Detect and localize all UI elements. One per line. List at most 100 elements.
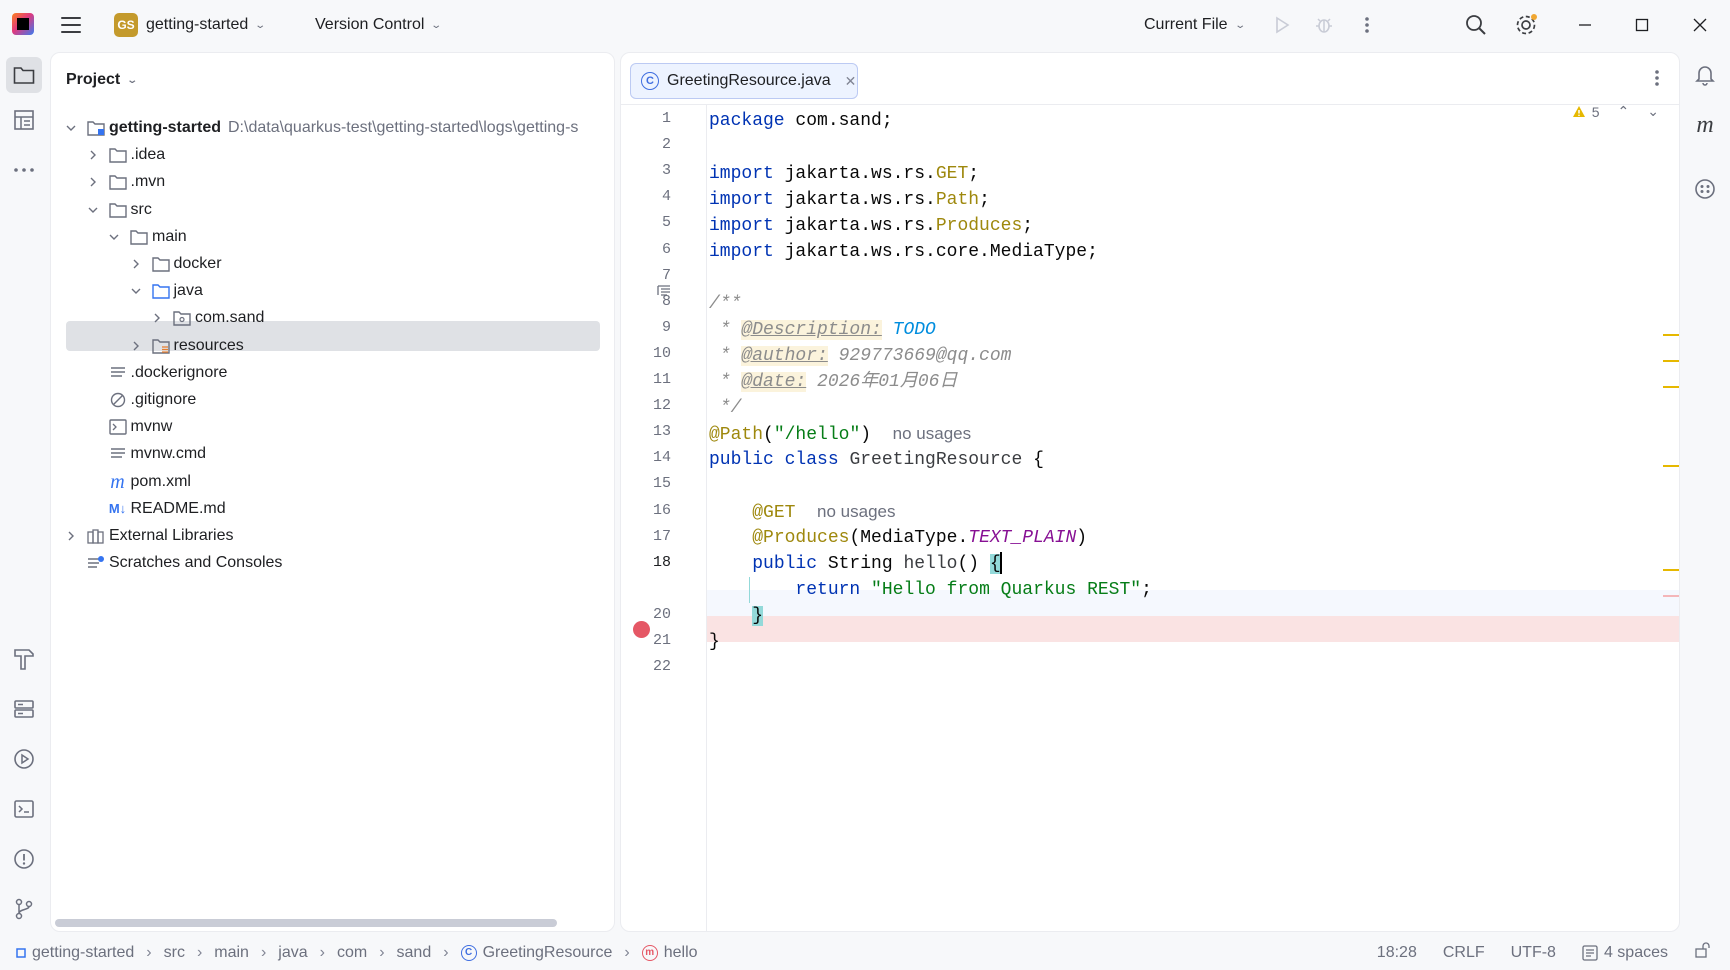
breadcrumb-item[interactable]: java <box>278 944 307 962</box>
code-line-1[interactable]: package com.sand; <box>709 108 893 134</box>
line-number[interactable]: 17 <box>621 528 671 545</box>
breadcrumb-item[interactable]: com <box>337 944 367 962</box>
tree-item[interactable]: .idea <box>87 140 615 170</box>
javadoc-render-icon[interactable] <box>657 284 671 302</box>
line-number[interactable]: 6 <box>621 241 671 258</box>
terminal-icon[interactable] <box>6 791 42 827</box>
ai-assistant-icon[interactable] <box>1687 171 1723 207</box>
breadcrumb-item[interactable]: main <box>214 944 249 962</box>
chevron-right-icon[interactable] <box>130 258 142 270</box>
line-number[interactable]: 11 <box>621 371 671 388</box>
warning-stripe[interactable] <box>1663 360 1679 362</box>
breadcrumb-item[interactable]: sand <box>397 944 432 962</box>
code-line-11[interactable]: * @date: 2026年01月06日 <box>709 369 957 395</box>
indent-widget[interactable]: 4 spaces <box>1582 944 1668 962</box>
chevron-down-icon[interactable] <box>87 204 99 216</box>
line-number[interactable]: 18 <box>621 554 671 571</box>
structure-tool-button[interactable] <box>6 102 42 138</box>
tree-item[interactable]: .mvn <box>87 167 615 197</box>
problems-icon[interactable] <box>6 841 42 877</box>
debug-icon[interactable] <box>1312 13 1336 37</box>
line-number[interactable]: 20 <box>621 606 671 623</box>
tree-item[interactable]: .gitignore <box>87 385 615 415</box>
breadcrumb-item[interactable]: src <box>164 944 185 962</box>
tree-item[interactable]: Scratches and Consoles <box>65 548 614 578</box>
read-only-lock-icon[interactable] <box>1694 942 1710 963</box>
code-line-13[interactable]: @Path("/hello") no usages <box>709 421 971 447</box>
line-number[interactable]: 16 <box>621 502 671 519</box>
code-line-9[interactable]: * @Description: TODO <box>709 317 936 343</box>
line-number[interactable]: 13 <box>621 423 671 440</box>
tree-item[interactable]: java <box>130 276 615 306</box>
code-line-4[interactable]: import jakarta.ws.rs.Path; <box>709 187 990 213</box>
code-line-5[interactable]: import jakarta.ws.rs.Produces; <box>709 213 1033 239</box>
line-number[interactable]: 15 <box>621 475 671 492</box>
code-line-10[interactable]: * @author: 929773669@qq.com <box>709 343 1011 369</box>
more-tools-icon[interactable] <box>6 152 42 188</box>
line-number[interactable]: 22 <box>621 658 671 675</box>
line-number[interactable]: 9 <box>621 319 671 336</box>
version-control-widget[interactable]: Version Control ⌄ <box>315 11 442 39</box>
tree-item[interactable]: com.sand <box>151 303 614 333</box>
git-branch-icon[interactable] <box>6 891 42 927</box>
next-highlight-icon[interactable]: ⌄ <box>1647 103 1659 120</box>
code-line-19[interactable]: return "Hello from Quarkus REST"; <box>709 577 1151 603</box>
warning-stripe[interactable] <box>1663 569 1679 571</box>
code-line-8[interactable]: /** <box>709 291 741 317</box>
breakpoint-icon[interactable] <box>633 621 650 638</box>
chevron-right-icon[interactable] <box>151 312 163 324</box>
tree-item[interactable]: M↓ README.md <box>87 494 615 524</box>
code-line-16[interactable]: @GET no usages <box>709 499 895 525</box>
breadcrumb-item[interactable]: m hello <box>641 944 698 962</box>
line-number[interactable]: 2 <box>621 136 671 153</box>
line-number[interactable]: 14 <box>621 449 671 466</box>
tree-item[interactable]: main <box>108 222 614 252</box>
build-hammer-icon[interactable] <box>6 641 42 677</box>
project-widget[interactable]: GS getting-started ⌄ <box>114 11 266 39</box>
notifications-bell-icon[interactable] <box>1687 57 1723 93</box>
prev-highlight-icon[interactable]: ⌃ <box>1618 103 1630 120</box>
code-line-17[interactable]: @Produces(MediaType.TEXT_PLAIN) <box>709 525 1087 551</box>
close-tab-icon[interactable]: ✕ <box>845 73 857 90</box>
line-number[interactable]: 5 <box>621 214 671 231</box>
chevron-right-icon[interactable] <box>87 176 99 188</box>
editor-more-icon[interactable] <box>1646 69 1667 87</box>
chevron-right-icon[interactable] <box>87 149 99 161</box>
horizontal-scrollbar[interactable] <box>55 919 557 927</box>
minimize-icon[interactable] <box>1565 10 1605 40</box>
tree-item[interactable]: resources <box>130 331 615 361</box>
code-line-3[interactable]: import jakarta.ws.rs.GET; <box>709 161 979 187</box>
tree-item[interactable]: mvnw <box>87 412 615 442</box>
line-number[interactable]: 4 <box>621 188 671 205</box>
file-encoding[interactable]: UTF-8 <box>1511 944 1556 962</box>
warning-stripe[interactable] <box>1663 465 1679 467</box>
intellij-logo-icon[interactable] <box>12 13 34 35</box>
warning-stripe[interactable] <box>1663 386 1679 388</box>
tree-item[interactable]: mvnw.cmd <box>87 439 615 469</box>
breakpoint-stripe[interactable] <box>1663 595 1679 597</box>
run-icon[interactable] <box>1270 13 1294 37</box>
line-number[interactable]: 7 <box>621 267 671 284</box>
chevron-down-icon[interactable] <box>65 122 77 134</box>
chevron-right-icon[interactable] <box>130 340 142 352</box>
breadcrumb-item[interactable]: C GreetingResource <box>460 944 612 962</box>
project-tool-button[interactable] <box>6 57 42 93</box>
tree-item[interactable]: m pom.xml <box>87 467 615 497</box>
tree-item[interactable]: .dockerignore <box>87 358 615 388</box>
line-separator[interactable]: CRLF <box>1443 944 1485 962</box>
tree-item[interactable]: src <box>87 195 615 225</box>
close-window-icon[interactable] <box>1680 10 1720 40</box>
code-line-14[interactable]: public class GreetingResource { <box>709 447 1044 473</box>
tree-item[interactable]: External Libraries <box>65 521 614 551</box>
settings-icon[interactable] <box>1514 13 1538 37</box>
search-icon[interactable] <box>1464 13 1488 37</box>
code-line-12[interactable]: */ <box>709 395 742 421</box>
code-line-18[interactable]: public String hello() { <box>709 551 1002 577</box>
code-line-20[interactable]: } <box>709 603 764 629</box>
more-actions-icon[interactable] <box>1355 13 1379 37</box>
maven-icon[interactable]: m <box>1687 107 1723 143</box>
warning-stripe[interactable] <box>1663 334 1679 336</box>
tree-item[interactable]: docker <box>130 249 615 279</box>
caret-position[interactable]: 18:28 <box>1377 944 1417 962</box>
inspection-widget[interactable]: 5 ⌃ ⌄ <box>1572 103 1659 120</box>
